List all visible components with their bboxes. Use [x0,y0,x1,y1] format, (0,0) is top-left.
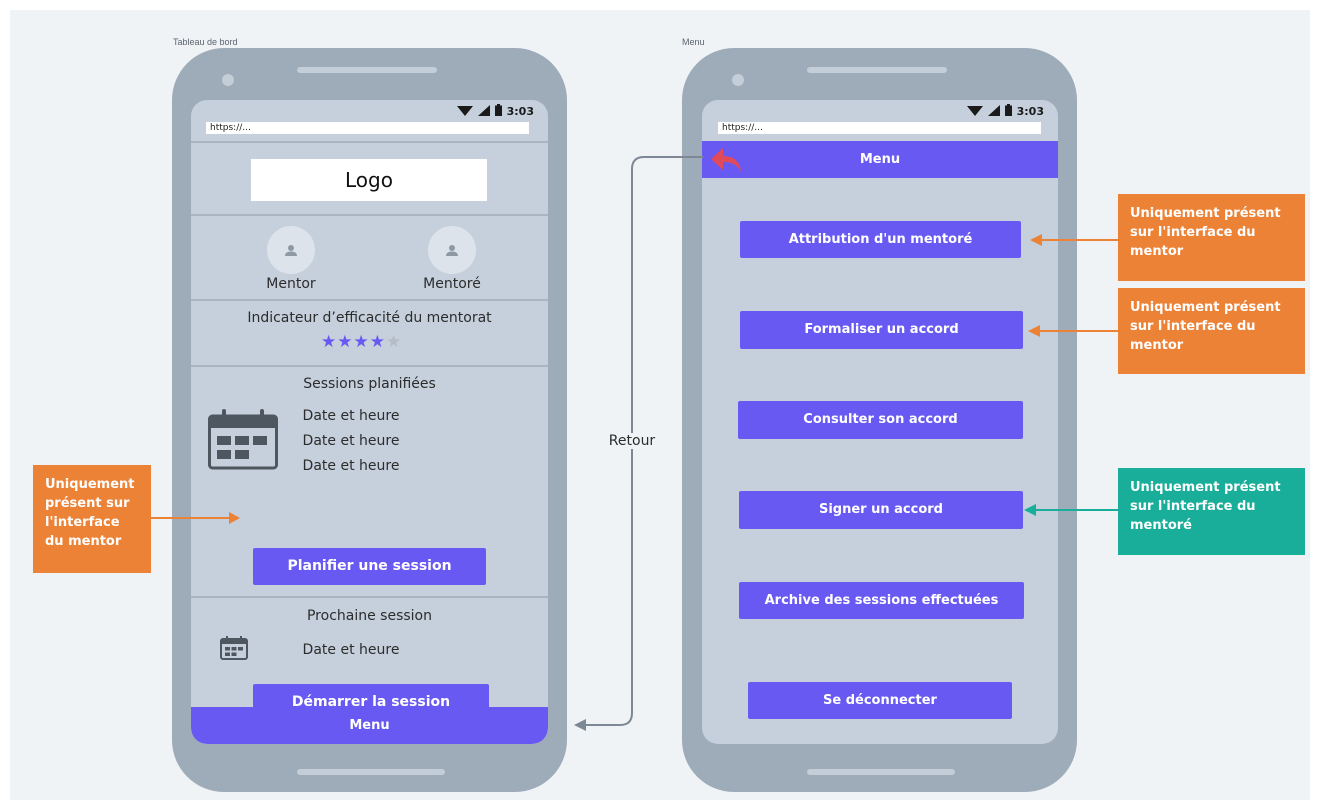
annotation-note: Uniquement présent sur l'interface du me… [1118,194,1305,281]
annotation-arrow [1028,325,1118,337]
annotation-arrow [1030,234,1118,246]
annotation-note: Uniquement présent sur l'interface du me… [1118,288,1305,374]
retour-label: Retour [597,433,667,449]
annotation-note: Uniquement présent sur l'interface du me… [1118,468,1305,555]
annotation-note: Uniquement présent sur l'interface du me… [33,465,151,573]
annotation-arrow [150,512,240,524]
annotation-arrow [1024,504,1118,516]
connectors [150,156,1118,731]
